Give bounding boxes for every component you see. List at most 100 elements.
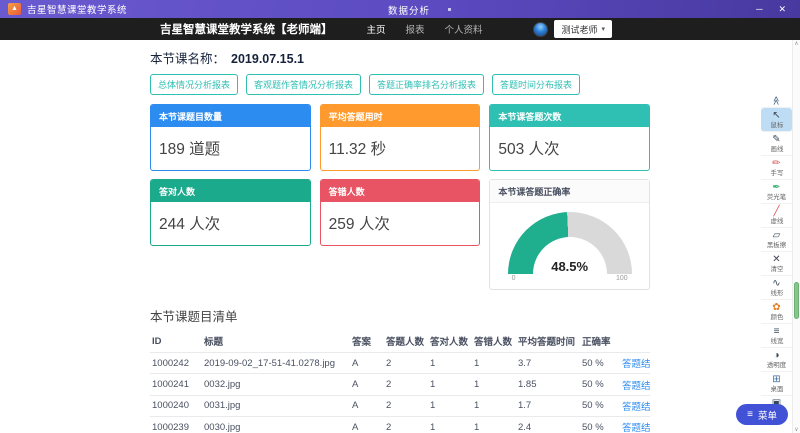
minimize-button[interactable]: ─ — [756, 3, 762, 15]
navbar: 吉星智慧课堂教学系统【老师端】 主页 报表 个人资料 测试老师 ▾ — [0, 18, 800, 40]
stat-card-title: 本节课答题次数 — [490, 105, 649, 127]
toolbar-item-color[interactable]: ✿颜色 — [761, 300, 792, 324]
table-row: 10002400031.jpgA2111.750 %答题结果 — [150, 395, 650, 416]
stat-card-title: 平均答题用时 — [321, 105, 480, 127]
answer-result-link[interactable]: 答题结果 — [622, 381, 650, 392]
table-cell: 50 % — [580, 395, 620, 416]
table-column-header: ID — [150, 330, 202, 353]
gauge-card: 本节课答题正确率 48.5% 0 100 — [489, 179, 650, 290]
table-cell: A — [350, 417, 384, 433]
table-cell: A — [350, 374, 384, 395]
user-name: 测试老师 — [561, 23, 597, 36]
table-cell: 1000240 — [150, 395, 202, 416]
main-content: 本节课名称： 2019.07.15.1 总体情况分析报表客观题作答情况分析报表答… — [150, 40, 650, 433]
toolbar-item-eraser[interactable]: ▱黑板擦 — [761, 228, 792, 252]
gauge-value: 48.5% — [508, 259, 632, 274]
scrollbar-thumb[interactable] — [794, 282, 799, 319]
handwrite-icon: ✏ — [772, 158, 780, 169]
nav-item-报表[interactable]: 报表 — [406, 22, 425, 36]
table-row: 10002410032.jpgA2111.8550 %答题结果 — [150, 374, 650, 395]
table-cell: 1000242 — [150, 353, 202, 374]
gauge-max-label: 100 — [616, 275, 628, 282]
stat-card-title: 答对人数 — [151, 180, 310, 202]
table-cell: 1 — [472, 395, 516, 416]
gauge-chart: 48.5% — [508, 212, 632, 274]
toolbar-item-clear[interactable]: ✕清空 — [761, 252, 792, 276]
avatar — [533, 22, 548, 37]
toolbar-item-line-width[interactable]: ≡线宽 — [761, 324, 792, 348]
toolbar-item-label: 黑板擦 — [767, 241, 786, 249]
clear-icon: ✕ — [772, 254, 780, 265]
table-cell: 1 — [428, 374, 472, 395]
table-cell: 3.7 — [516, 353, 580, 374]
collapse-icon: ≫ — [771, 96, 782, 105]
report-button[interactable]: 答题正确率排名分析报表 — [369, 74, 484, 95]
line-width-icon: ≡ — [774, 326, 780, 337]
toolbar-item-desktop[interactable]: ⊞桌面 — [761, 372, 792, 396]
menu-button[interactable]: ≡ 菜单 — [736, 404, 788, 425]
toolbar-item-label: 虚线 — [770, 217, 783, 225]
table-cell: 1 — [472, 417, 516, 433]
toolbar-item-label: 桌面 — [770, 385, 783, 393]
toolbar-item-opacity[interactable]: ◑透明度 — [761, 348, 792, 372]
toolbar-item-collapse[interactable]: ≫ — [761, 93, 792, 108]
table-header-row: ID标题答案答题人数答对人数答错人数平均答题时间正确率 — [150, 330, 650, 353]
report-button[interactable]: 总体情况分析报表 — [150, 74, 238, 95]
report-button[interactable]: 客观题作答情况分析报表 — [246, 74, 361, 95]
scrollbar[interactable]: ∧ ∨ — [792, 40, 800, 433]
gauge-min-label: 0 — [512, 275, 516, 282]
table-cell: 2 — [384, 353, 428, 374]
answer-result-link[interactable]: 答题结果 — [622, 423, 650, 433]
table-cell: 2.4 — [516, 417, 580, 433]
toolbar-item-label: 画线 — [770, 145, 783, 153]
chevron-down-icon: ▾ — [601, 25, 605, 33]
answer-result-link[interactable]: 答题结果 — [622, 402, 650, 413]
toolbar-item-label: 透明度 — [767, 361, 786, 369]
table-section-title: 本节课题目清单 — [150, 306, 650, 325]
stat-card-value: 503 人次 — [490, 127, 649, 170]
table-column-header: 答题人数 — [384, 330, 428, 353]
toolbar-item-line-shape[interactable]: ∿线形 — [761, 276, 792, 300]
toolbar-item-mouse[interactable]: ↖鼠标 — [761, 108, 792, 132]
table-column-header: 平均答题时间 — [516, 330, 580, 353]
stats-grid: 本节课答题正确率 48.5% 0 100 本节课题目数量189 道题平均答题用时… — [150, 104, 650, 290]
table-cell: 1.85 — [516, 374, 580, 395]
table-column-header: 答案 — [350, 330, 384, 353]
course-name-value: 2019.07.15.1 — [231, 52, 304, 66]
toolbar-item-dashed-line[interactable]: ╱虚线 — [761, 204, 792, 228]
nav-item-主页[interactable]: 主页 — [367, 22, 386, 36]
table-cell: 答题结果 — [620, 395, 650, 416]
table-cell: 1 — [472, 353, 516, 374]
annotation-toolbar: ≫↖鼠标✎画线✏手写✒荧光笔╱虚线▱黑板擦✕清空∿线形✿颜色≡线宽◑透明度⊞桌面… — [761, 93, 792, 419]
report-button[interactable]: 答题时间分布报表 — [492, 74, 580, 95]
table-cell: 50 % — [580, 374, 620, 395]
table-cell: 0031.jpg — [202, 395, 350, 416]
stat-card-value: 189 道题 — [151, 127, 310, 170]
highlighter-icon: ✒ — [772, 182, 780, 193]
table-cell: 2 — [384, 395, 428, 416]
stat-card-title: 答错人数 — [321, 180, 480, 202]
close-button[interactable]: ✕ — [778, 3, 786, 15]
table-row: 10002390030.jpgA2112.450 %答题结果 — [150, 417, 650, 433]
toolbar-item-highlighter[interactable]: ✒荧光笔 — [761, 180, 792, 204]
stat-card-5: 答错人数259 人次 — [320, 179, 481, 246]
user-menu-button[interactable]: 测试老师 ▾ — [554, 20, 612, 38]
table-cell: 1.7 — [516, 395, 580, 416]
stat-card-title: 本节课题目数量 — [151, 105, 310, 127]
scroll-up-icon[interactable]: ∧ — [793, 40, 800, 47]
stat-card-4: 答对人数244 人次 — [150, 179, 311, 246]
scroll-down-icon[interactable]: ∨ — [793, 426, 800, 433]
menu-icon: ≡ — [747, 409, 753, 420]
question-table: ID标题答案答题人数答对人数答错人数平均答题时间正确率 10002422019-… — [150, 330, 650, 433]
toolbar-item-handwrite[interactable]: ✏手写 — [761, 156, 792, 180]
nav-item-个人资料[interactable]: 个人资料 — [445, 22, 483, 36]
desktop-icon: ⊞ — [772, 374, 780, 385]
dashed-line-icon: ╱ — [773, 206, 779, 217]
toolbar-item-draw-line[interactable]: ✎画线 — [761, 132, 792, 156]
answer-result-link[interactable]: 答题结果 — [622, 359, 650, 370]
app-brand: 吉星智慧课堂教学系统【老师端】 — [160, 21, 333, 37]
mouse-icon: ↖ — [772, 110, 780, 121]
toolbar-item-label: 线宽 — [770, 337, 783, 345]
table-cell: 1 — [472, 374, 516, 395]
table-cell: 答题结果 — [620, 417, 650, 433]
